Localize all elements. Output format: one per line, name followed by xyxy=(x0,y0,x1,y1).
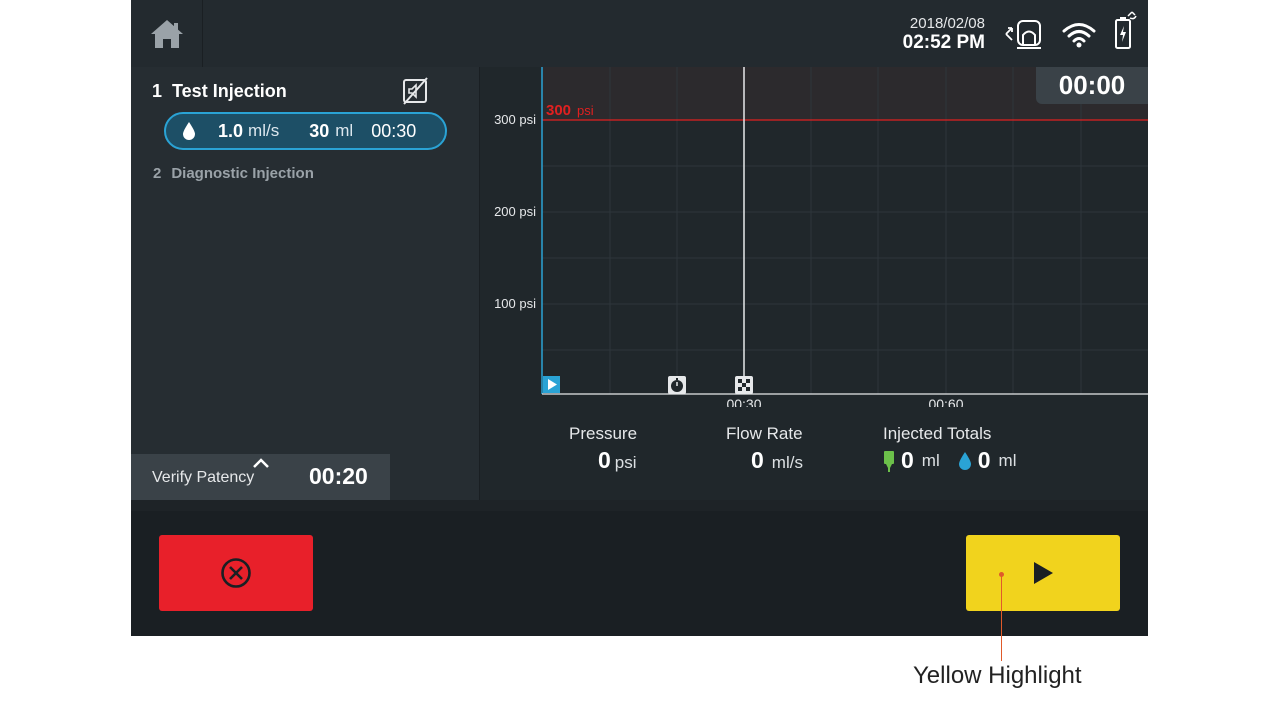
pressure-label: Pressure xyxy=(569,424,638,443)
bottom-bar xyxy=(131,511,1148,636)
start-injection-button[interactable] xyxy=(966,535,1120,611)
step-name: Test Injection xyxy=(172,81,287,101)
syringe-connect-icon[interactable] xyxy=(1003,18,1045,55)
flow-rate-value: 0 xyxy=(751,447,764,473)
status-time: 02:52 PM xyxy=(902,32,985,53)
pressure-chart-panel: 300 psi 300 psi 200 psi 100 psi 00:30 00… xyxy=(479,67,1148,500)
pressure-unit: psi xyxy=(614,453,637,472)
injected-totals-readout: 0 ml 0 ml xyxy=(883,447,1017,474)
protocol-step-2[interactable]: 2 Diagnostic Injection xyxy=(153,165,314,182)
home-icon xyxy=(150,19,183,48)
contrast-syringe-icon xyxy=(883,450,895,472)
protocol-step-1[interactable]: 1 Test Injection xyxy=(152,81,287,102)
verify-patency-label: Verify Patency xyxy=(152,469,255,486)
flow-rate-readout: 0 ml/s xyxy=(751,447,803,474)
x-tick-label: 00:60 xyxy=(928,396,963,407)
stop-button[interactable] xyxy=(159,535,313,611)
stop-circle-x-icon xyxy=(221,558,251,588)
timer-marker-icon xyxy=(668,376,686,394)
limit-value-label: 300 xyxy=(546,102,571,119)
step-number: 1 xyxy=(152,81,163,101)
injector-screen: 2018/02/08 02:52 PM 1 Test Injection 1.0… xyxy=(131,0,1148,636)
battery-charging-icon xyxy=(1113,10,1137,57)
verify-patency-button[interactable]: Verify Patency 00:20 xyxy=(131,454,390,500)
y-tick-label: 100 psi xyxy=(494,296,536,311)
top-bar: 2018/02/08 02:52 PM xyxy=(131,0,1148,67)
injected-totals-label: Injected Totals xyxy=(883,424,992,443)
limit-unit-label: psi xyxy=(577,103,594,118)
contrast-total-value: 0 xyxy=(901,447,914,473)
step-name: Diagnostic Injection xyxy=(171,165,314,182)
flow-rate-label: Flow Rate xyxy=(726,424,803,443)
phase-volume: 30 xyxy=(309,120,330,141)
finish-flag-icon xyxy=(735,376,753,394)
x-tick-label: 00:30 xyxy=(726,396,761,407)
protocol-panel: 1 Test Injection 1.0 ml/s 30 ml 00:30 2 Di… xyxy=(131,67,479,500)
play-icon xyxy=(1034,562,1053,584)
phase-row-contrast[interactable]: 1.0 ml/s 30 ml 00:30 xyxy=(164,112,447,150)
flow-rate-unit: ml/s xyxy=(771,453,803,472)
elapsed-time: 00:00 xyxy=(1036,67,1148,104)
phase-duration: 00:30 xyxy=(371,120,417,141)
phase-flow-unit: ml/s xyxy=(248,121,280,140)
y-tick-label: 300 psi xyxy=(494,112,536,127)
saline-drop-icon xyxy=(182,122,196,140)
phase-flow-rate: 1.0 xyxy=(218,120,244,141)
start-marker-icon xyxy=(543,376,560,393)
wifi-icon xyxy=(1061,20,1097,55)
pressure-readout: 0 psi xyxy=(598,447,637,474)
pressure-chart: 300 psi 300 psi 200 psi 100 psi 00:30 00… xyxy=(494,67,1148,407)
saline-drop-icon xyxy=(958,451,972,470)
audio-off-icon[interactable] xyxy=(401,77,429,110)
status-date: 2018/02/08 xyxy=(909,15,985,32)
saline-total-value: 0 xyxy=(977,447,991,473)
home-button[interactable] xyxy=(131,0,203,67)
phase-volume-unit: ml xyxy=(335,121,354,140)
verify-patency-time: 00:20 xyxy=(309,463,368,489)
step-number: 2 xyxy=(153,165,162,182)
saline-total-unit: ml xyxy=(998,450,1017,470)
pressure-value: 0 xyxy=(598,447,611,473)
annotation-leader-line xyxy=(1001,575,1002,661)
contrast-total-unit: ml xyxy=(921,450,940,470)
y-tick-label: 200 psi xyxy=(494,204,536,219)
annotation-label: Yellow Highlight xyxy=(913,662,1082,689)
